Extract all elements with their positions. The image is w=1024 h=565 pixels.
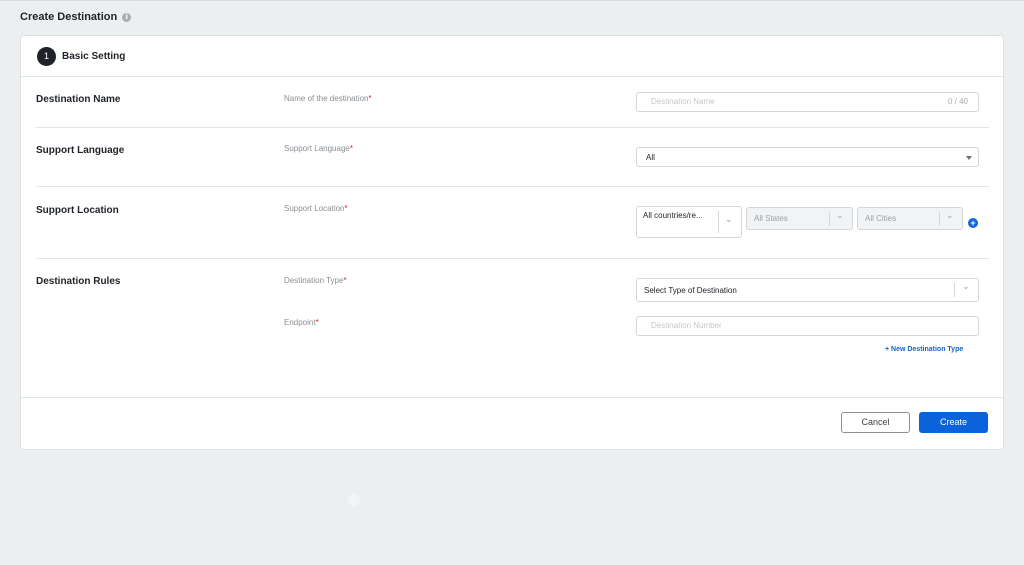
row-divider — [36, 186, 989, 187]
destination-name-field-label: Name of the destination* — [284, 94, 372, 103]
country-value: All countries/re... — [643, 211, 703, 220]
page-header: Create Destination i — [20, 11, 132, 23]
new-destination-type-link[interactable]: + New Destination Type — [885, 346, 963, 353]
footer-divider — [21, 397, 1003, 398]
chevron-down-icon: ⌄ — [946, 211, 954, 221]
endpoint-placeholder: Destination Number — [651, 321, 722, 330]
support-location-field-label: Support Location* — [284, 204, 348, 213]
destination-rules-label: Destination Rules — [36, 276, 121, 287]
destination-type-field-label: Destination Type* — [284, 276, 347, 285]
destination-name-label: Destination Name — [36, 94, 121, 105]
select-separator — [718, 211, 719, 233]
cancel-button[interactable]: Cancel — [841, 412, 910, 433]
country-select[interactable]: All countries/re... ⌄ — [636, 206, 742, 238]
character-counter: 0 / 40 — [947, 97, 968, 106]
background-dot — [348, 494, 360, 506]
destination-name-input[interactable]: Destination Name 0 / 40 — [636, 92, 979, 112]
row-divider — [36, 127, 989, 128]
city-value: All Cities — [865, 214, 897, 223]
support-language-value: All — [646, 153, 655, 162]
destination-name-placeholder: Destination Name — [651, 97, 715, 106]
endpoint-input[interactable]: Destination Number — [636, 316, 979, 336]
row-divider — [36, 258, 989, 259]
form-card: 1 Basic Setting Destination Name Name of… — [20, 35, 1004, 450]
plus-circle-icon[interactable]: + — [968, 218, 978, 228]
page-title: Create Destination — [20, 11, 118, 23]
destination-type-select[interactable]: Select Type of Destination ⌄ — [636, 278, 979, 302]
chevron-down-icon: ⌄ — [836, 211, 844, 221]
chevron-down-icon: ⌄ — [962, 282, 970, 292]
step-header: 1 Basic Setting — [21, 36, 1003, 77]
top-border — [0, 0, 1024, 1]
support-language-field-label: Support Language* — [284, 144, 353, 153]
endpoint-field-label: Endpoint* — [284, 318, 319, 327]
destination-type-placeholder: Select Type of Destination — [644, 286, 737, 295]
state-select[interactable]: All States ⌄ — [746, 207, 853, 230]
select-separator — [829, 212, 830, 226]
step-number-badge: 1 — [37, 47, 56, 66]
info-icon[interactable]: i — [122, 12, 132, 22]
step-title: Basic Setting — [62, 51, 126, 62]
chevron-down-icon: ⌄ — [725, 215, 733, 225]
support-location-label: Support Location — [36, 205, 119, 216]
select-separator — [939, 212, 940, 226]
support-language-label: Support Language — [36, 145, 125, 156]
support-language-select[interactable]: All — [636, 147, 979, 167]
caret-down-icon — [966, 156, 972, 160]
state-value: All States — [754, 214, 788, 223]
city-select[interactable]: All Cities ⌄ — [857, 207, 963, 230]
create-button[interactable]: Create — [919, 412, 988, 433]
select-separator — [954, 283, 955, 297]
